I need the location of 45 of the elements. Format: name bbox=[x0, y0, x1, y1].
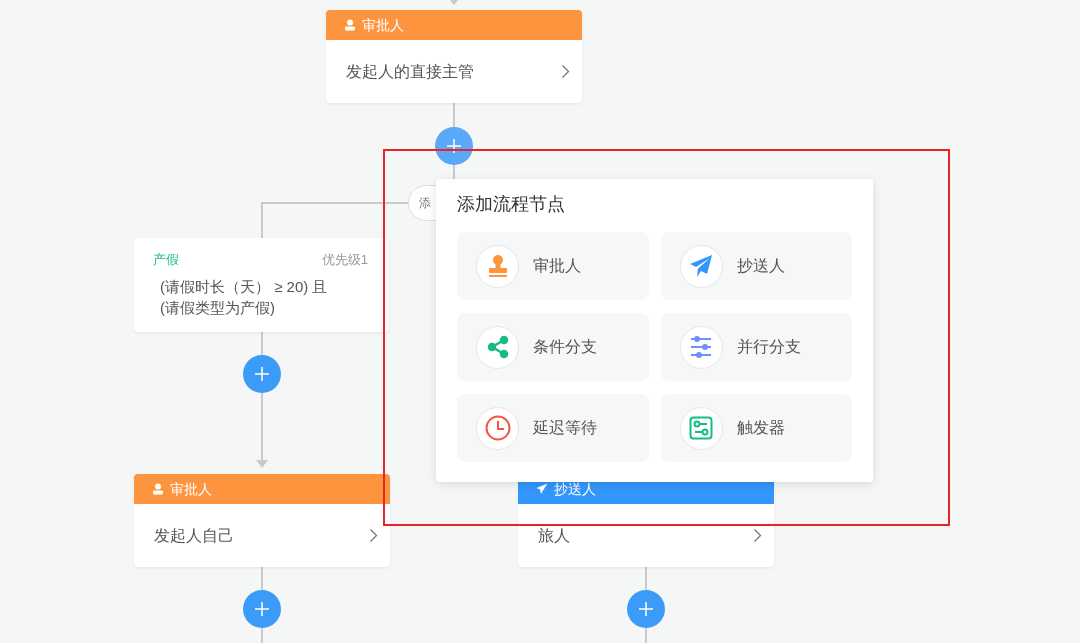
node-title: 审批人 bbox=[362, 15, 404, 35]
option-label: 抄送人 bbox=[736, 256, 785, 276]
toggle-panel-icon bbox=[689, 416, 713, 440]
condition-node-card[interactable]: 产假 优先级1 (请假时长（天） ≥ 20) 且 (请假类型为产假) bbox=[134, 238, 389, 332]
person-icon bbox=[344, 19, 356, 31]
option-label: 并行分支 bbox=[736, 337, 801, 357]
chevron-right-icon bbox=[753, 528, 762, 543]
pill-label: 添 bbox=[419, 196, 431, 210]
node-type-option[interactable]: 并行分支 bbox=[660, 313, 852, 381]
node-type-option[interactable]: 触发器 bbox=[660, 394, 852, 462]
chevron-right-icon bbox=[561, 64, 570, 79]
option-label: 审批人 bbox=[533, 256, 581, 276]
node-content: 发起人自己 bbox=[154, 525, 234, 546]
condition-text: (请假类型为产假) bbox=[160, 297, 276, 318]
plus-icon bbox=[255, 367, 269, 381]
person-icon bbox=[152, 483, 164, 495]
node-content: 旅人 bbox=[538, 525, 570, 546]
node-title: 抄送人 bbox=[554, 479, 596, 499]
condition-title: 产假 bbox=[153, 251, 179, 269]
chevron-right-icon bbox=[369, 528, 378, 543]
option-label: 触发器 bbox=[736, 418, 785, 438]
add-node-button[interactable] bbox=[627, 590, 665, 628]
node-type-option[interactable]: 抄送人 bbox=[660, 232, 852, 300]
plus-icon bbox=[447, 139, 461, 153]
node-type-option[interactable]: 条件分支 bbox=[457, 313, 649, 381]
add-node-button[interactable] bbox=[435, 127, 473, 165]
node-title: 审批人 bbox=[170, 479, 212, 499]
option-label: 延迟等待 bbox=[533, 418, 597, 438]
paper-plane-icon bbox=[689, 254, 713, 278]
option-label: 条件分支 bbox=[533, 337, 597, 357]
share-icon bbox=[485, 335, 510, 359]
condition-text: (请假时长（天） ≥ 20) 且 bbox=[160, 276, 329, 297]
node-type-option[interactable]: 延迟等待 bbox=[457, 394, 649, 462]
node-type-option[interactable]: 审批人 bbox=[457, 232, 649, 300]
plus-icon bbox=[639, 602, 653, 616]
add-node-button[interactable] bbox=[243, 590, 281, 628]
clock-icon bbox=[484, 415, 511, 441]
priority-label: 优先级1 bbox=[321, 251, 369, 269]
node-content: 发起人的直接主管 bbox=[346, 61, 474, 82]
add-node-button[interactable] bbox=[243, 355, 281, 393]
approval-node-card[interactable]: 审批人 发起人自己 bbox=[134, 474, 390, 567]
popover-title: 添加流程节点 bbox=[457, 193, 566, 216]
sliders-icon bbox=[689, 336, 713, 358]
approval-node-card[interactable]: 审批人 发起人的直接主管 bbox=[326, 10, 582, 103]
plus-icon bbox=[255, 602, 269, 616]
